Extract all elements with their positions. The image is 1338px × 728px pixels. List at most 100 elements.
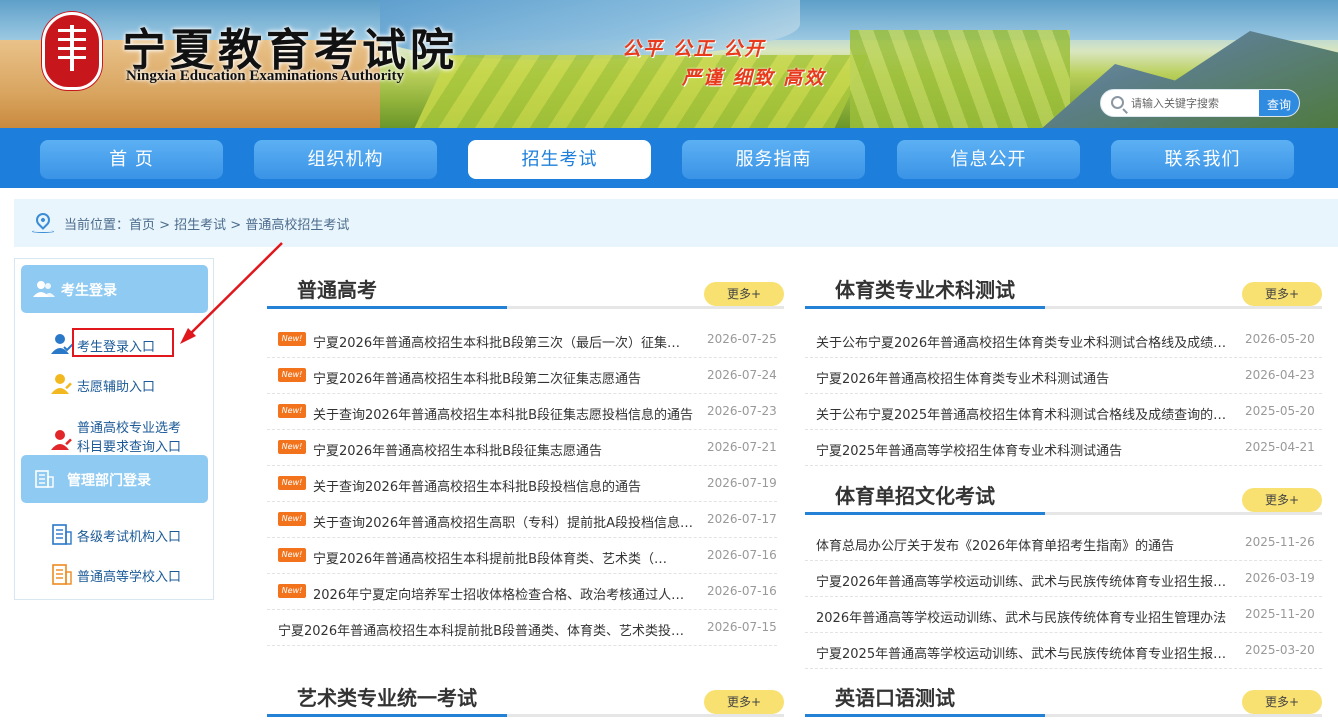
section-english: 英语口语测试 更多+ [805,682,1322,728]
new-badge: New! [278,476,306,490]
university-entry-label: 普通高等学校入口 [77,570,182,585]
exam-institution-label: 各级考试机构入口 [77,530,182,545]
breadcrumb-text[interactable]: 当前位置：首页 > 招生考试 > 普通高校招生考试 [64,214,349,233]
news-title[interactable]: 关于查询2026年普通高校招生本科批B段征集志愿投档信息的通告 [313,404,693,423]
section-sports-test-title: 体育类专业术科测试 [835,278,1015,302]
news-title[interactable]: 2026年普通高等学校运动训练、武术与民族传统体育专业招生管理办法 [816,607,1231,626]
news-title[interactable]: 宁夏2026年普通高校招生体育类专业术科测试通告 [816,368,1231,387]
more-button-english[interactable]: 更多+ [1242,690,1322,714]
new-badge: New! [278,332,306,346]
section-divider-accent [267,714,507,717]
news-title[interactable]: 关于公布宁夏2025年普通高校招生体育术科测试合格线及成绩查询的通告 [816,404,1231,423]
nav-item-services[interactable]: 服务指南 [682,140,865,179]
news-row[interactable]: New! 关于查询2026年普通高校招生本科批B段投档信息的通告 2026-07-1… [267,466,777,502]
news-row[interactable]: 宁夏2026年普通高等学校运动训练、武术与民族传统体育专业招生报名通告 2026-… [805,561,1322,597]
news-title[interactable]: 宁夏2026年普通高校招生本科批B段征集志愿通告 [313,440,693,459]
breadcrumb: 当前位置：首页 > 招生考试 > 普通高校招生考试 [14,199,1338,247]
news-date: 2026-07-16 [707,548,777,562]
nav-item-organization[interactable]: 组织机构 [254,140,437,179]
student-login-header: 考生登录 [21,265,208,313]
news-row[interactable]: 关于公布宁夏2026年普通高校招生体育类专业术科测试合格线及成绩查询的通告 202… [805,322,1322,358]
more-button-gaokao[interactable]: 更多+ [704,282,784,306]
section-divider-accent [267,306,507,309]
subject-requirement-label: 普通高校专业选考 科目要求查询入口 [77,419,181,457]
volunteer-assist-label: 志愿辅助入口 [77,380,156,395]
building-orange-icon [52,564,72,585]
section-english-title: 英语口语测试 [835,686,955,710]
news-row[interactable]: New! 宁夏2026年普通高校招生本科批B段第三次（最后一次）征集志愿通告 202… [267,322,777,358]
sidebar: 考生登录 考生登录入口 志愿辅助入口 普通高校专业选考 科目要求查询入口 管理部… [14,258,214,600]
more-button-art[interactable]: 更多+ [704,690,784,714]
slogan-line-2: 严谨 细致 高效 [682,67,826,89]
news-title[interactable]: 2026年宁夏定向培养军士招收体格检查合格、政治考核通过人员名单 [313,584,693,603]
location-pin-icon [33,210,53,230]
nav-item-home[interactable]: 首 页 [40,140,223,179]
news-row[interactable]: 宁夏2025年普通高等学校运动训练、武术与民族传统体育专业招生报名通告 2025-… [805,633,1322,669]
news-title[interactable]: 宁夏2025年普通高等学校运动训练、武术与民族传统体育专业招生报名通告 [816,643,1231,662]
news-date: 2026-07-21 [707,440,777,454]
news-row[interactable]: 关于公布宁夏2025年普通高校招生体育术科测试合格线及成绩查询的通告 2025-0… [805,394,1322,430]
highlight-annotation-box [72,328,174,357]
users-icon [33,281,55,297]
news-row[interactable]: New! 关于查询2026年普通高校招生高职（专科）提前批A段投档信息的通告 202… [267,502,777,538]
exam-institution-link[interactable]: 各级考试机构入口 [51,523,211,547]
news-date: 2026-07-23 [707,404,777,418]
news-title[interactable]: 关于查询2026年普通高校招生本科批B段投档信息的通告 [313,476,693,495]
new-badge: New! [278,440,306,454]
more-button-sports-test[interactable]: 更多+ [1242,282,1322,306]
section-divider-accent [805,714,1045,717]
news-row[interactable]: 宁夏2026年普通高校招生体育类专业术科测试通告 2026-04-23 [805,358,1322,394]
section-art: 艺术类专业统一考试 更多+ [267,682,784,728]
news-row[interactable]: 宁夏2026年普通高校招生本科提前批B段普通类、体育类、艺术类投档信息 2026-… [267,610,777,646]
admin-login-title: 管理部门登录 [67,473,151,489]
news-title[interactable]: 宁夏2026年普通高校招生本科批B段第三次（最后一次）征集志愿通告 [313,332,693,351]
site-name-en: Ningxia Education Examinations Authority [126,68,404,84]
news-row[interactable]: New! 宁夏2026年普通高校招生本科批B段第二次征集志愿通告 2026-07-2… [267,358,777,394]
volunteer-assist-link[interactable]: 志愿辅助入口 [51,373,211,395]
section-sports-test: 体育类专业术科测试 更多+ 关于公布宁夏2026年普通高校招生体育类专业术科测试… [805,274,1322,466]
news-title[interactable]: 体育总局办公厅关于发布《2026年体育单招考生指南》的通告 [816,535,1231,554]
building-icon [35,470,54,488]
news-date: 2026-03-19 [1245,571,1315,585]
news-row[interactable]: 2026年普通高等学校运动训练、武术与民族传统体育专业招生管理办法 2025-11… [805,597,1322,633]
news-row[interactable]: 体育总局办公厅关于发布《2026年体育单招考生指南》的通告 2025-11-26 [805,525,1322,561]
main-nav: 首 页 组织机构 招生考试 服务指南 信息公开 联系我们 [0,128,1338,188]
location-pin-base [32,230,54,233]
subject-requirement-line-1: 普通高校专业选考 [77,421,182,436]
news-date: 2026-07-19 [707,476,777,490]
news-title[interactable]: 宁夏2026年普通高校招生本科提前批B段体育类、艺术类（… [313,548,693,567]
new-badge: New! [278,512,306,526]
search-box: 查询 [1100,89,1300,117]
nav-item-disclosure[interactable]: 信息公开 [897,140,1080,179]
news-row[interactable]: New! 宁夏2026年普通高校招生本科批B段征集志愿通告 2026-07-21 [267,430,777,466]
news-row[interactable]: New! 宁夏2026年普通高校招生本科提前批B段体育类、艺术类（… 2026-07… [267,538,777,574]
news-title[interactable]: 关于查询2026年普通高校招生高职（专科）提前批A段投档信息的通告 [313,512,693,531]
news-title[interactable]: 宁夏2026年普通高等学校运动训练、武术与民族传统体育专业招生报名通告 [816,571,1231,590]
news-row[interactable]: New! 2026年宁夏定向培养军士招收体格检查合格、政治考核通过人员名单 2026… [267,574,777,610]
new-badge: New! [278,548,306,562]
university-entry-link[interactable]: 普通高等学校入口 [51,563,211,587]
search-input[interactable] [1131,94,1259,114]
news-row[interactable]: New! 关于查询2026年普通高校招生本科批B段征集志愿投档信息的通告 2026-… [267,394,777,430]
search-icon [1111,96,1124,109]
news-date: 2026-04-23 [1245,368,1315,382]
search-button[interactable]: 查询 [1259,90,1299,116]
student-login-title: 考生登录 [61,283,117,299]
nav-item-contact[interactable]: 联系我们 [1111,140,1294,179]
news-date: 2026-07-24 [707,368,777,382]
nav-item-admissions[interactable]: 招生考试 [468,140,651,179]
more-button-sports-single[interactable]: 更多+ [1242,488,1322,512]
news-title[interactable]: 宁夏2026年普通高校招生本科提前批B段普通类、体育类、艺术类投档信息 [278,620,693,639]
news-title[interactable]: 宁夏2025年普通高等学校招生体育专业术科测试通告 [816,440,1231,459]
news-date: 2025-05-20 [1245,404,1315,418]
new-badge: New! [278,404,306,418]
user-check-icon [51,334,73,354]
news-row[interactable]: 宁夏2025年普通高等学校招生体育专业术科测试通告 2025-04-21 [805,430,1322,466]
section-divider-accent [805,512,1045,515]
news-title[interactable]: 关于公布宁夏2026年普通高校招生体育类专业术科测试合格线及成绩查询的通告 [816,332,1231,351]
logo-icon[interactable] [42,12,102,90]
header-banner: 宁夏教育考试院 Ningxia Education Examinations A… [0,0,1338,128]
section-gaokao-title: 普通高考 [297,278,377,302]
news-title[interactable]: 宁夏2026年普通高校招生本科批B段第二次征集志愿通告 [313,368,693,387]
news-date: 2026-07-25 [707,332,777,346]
